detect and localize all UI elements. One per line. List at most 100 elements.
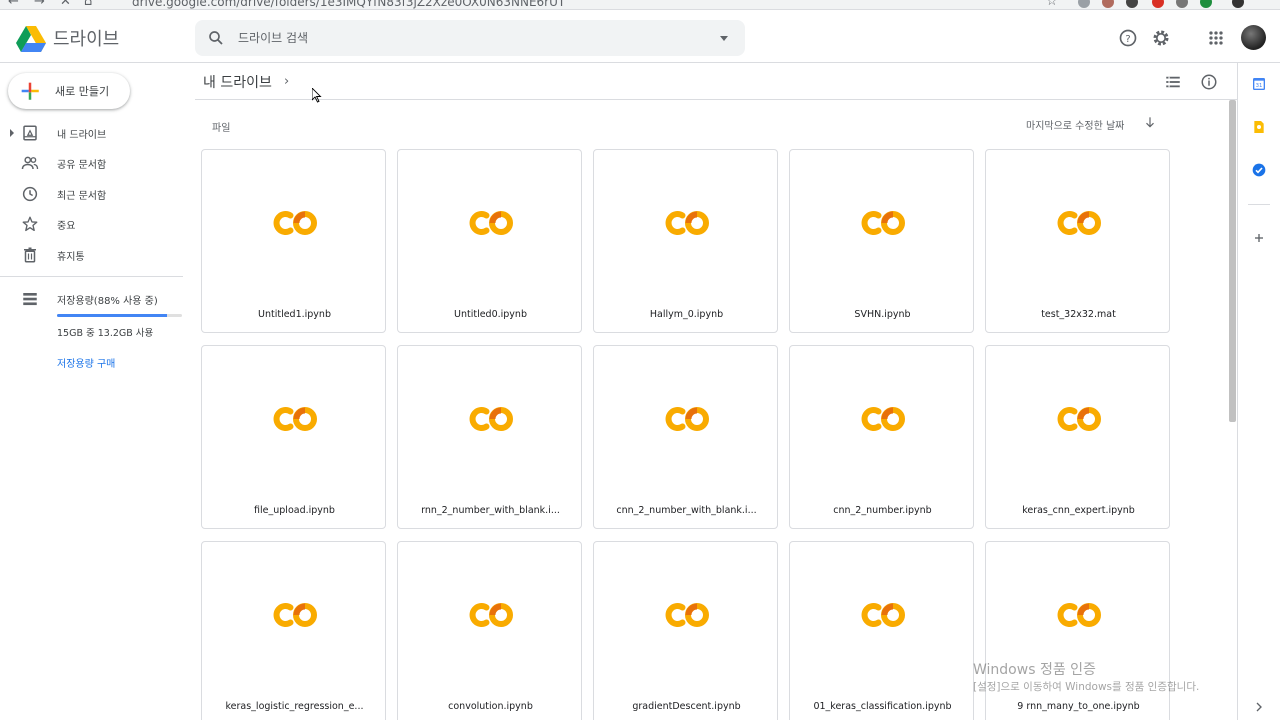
new-button[interactable]: 새로 만들기 [8,73,130,109]
calendar-icon[interactable]: 31 [1251,76,1267,92]
file-card[interactable]: Untitled0.ipynb [397,149,582,333]
app-name[interactable]: 드라이브 [53,25,119,51]
sidebar-item-trash[interactable]: 휴지통 [0,241,183,269]
file-card[interactable]: convolution.ipynb [397,541,582,720]
expand-arrow-icon[interactable] [10,129,14,137]
breadcrumb-divider [195,99,1237,100]
search-box[interactable] [195,20,745,56]
list-view-icon[interactable] [1164,73,1182,91]
colab-logo-icon [469,211,513,235]
back-icon[interactable]: ← [8,0,19,9]
extension-icon[interactable] [1102,0,1114,8]
profile-icon[interactable] [1232,0,1244,8]
file-card[interactable]: SVHN.ipynb [789,149,974,333]
buy-storage-link[interactable]: 저장용량 구매 [57,355,115,370]
file-card[interactable]: Untitled1.ipynb [201,149,386,333]
colab-logo-icon [665,211,709,235]
file-card[interactable]: Hallym_0.ipynb [593,149,778,333]
file-card[interactable]: keras_logistic_regression_e... [201,541,386,720]
colab-logo-icon [861,603,905,627]
browser-address-bar: ← → ✕ ⌂ drive.google.com/drive/folders/1… [0,0,1280,10]
file-name: gradientDescent.ipynb [632,701,741,712]
colab-logo-icon [273,211,317,235]
colab-logo-icon [469,603,513,627]
keep-icon[interactable] [1251,119,1267,135]
extension-icon[interactable] [1200,0,1212,8]
star-icon [22,216,38,232]
drive-logo-icon[interactable] [16,26,46,53]
home-icon[interactable]: ⌂ [84,0,92,9]
file-name: keras_logistic_regression_e... [225,701,364,712]
sidebar-item-label: 휴지통 [57,252,85,263]
reload-icon[interactable]: ✕ [60,0,71,9]
storage-quota-fill [57,314,167,317]
drive-header: 드라이브 ? [0,10,1280,63]
sidebar-item-shared[interactable]: 공유 문서함 [0,149,183,177]
sidebar-item-starred[interactable]: 중요 [0,210,183,238]
settings-icon[interactable] [1151,28,1171,48]
file-card[interactable]: keras_cnn_expert.ipynb [985,345,1170,529]
add-addon-icon[interactable] [1251,230,1267,246]
file-name: file_upload.ipynb [254,505,335,516]
file-name: 9 rnn_many_to_one.ipynb [1017,701,1140,712]
sidebar-item-storage[interactable]: 저장용량(88% 사용 중) [0,285,183,313]
file-name: cnn_2_number_with_blank.i... [616,505,757,516]
sidebar-divider [0,276,183,277]
colab-logo-icon [273,407,317,431]
file-name: convolution.ipynb [448,701,533,712]
search-input[interactable] [238,28,698,48]
file-card[interactable]: cnn_2_number.ipynb [789,345,974,529]
windows-activation-title: Windows 정품 인증 [973,662,1096,678]
forward-icon[interactable]: → [34,0,45,9]
extension-icon[interactable] [1176,0,1188,8]
expand-panel-chevron-icon[interactable] [1251,699,1267,715]
file-card[interactable]: cnn_2_number_with_blank.i... [593,345,778,529]
apps-grid-icon[interactable] [1206,28,1226,48]
help-icon[interactable]: ? [1118,28,1138,48]
sort-direction-arrow-icon[interactable] [1143,115,1157,129]
colab-logo-icon [469,407,513,431]
svg-text:31: 31 [1256,83,1263,89]
colab-logo-icon [1057,407,1101,431]
breadcrumb-chevron-icon[interactable]: › [284,74,289,89]
colab-logo-icon [273,603,317,627]
file-card[interactable]: file_upload.ipynb [201,345,386,529]
file-card[interactable]: test_32x32.mat [985,149,1170,333]
storage-usage-text: 15GB 중 13.2GB 사용 [57,328,154,339]
url-text[interactable]: drive.google.com/drive/folders/1e3IMQYfN… [132,0,565,9]
sidebar-item-my-drive[interactable]: 내 드라이브 [0,119,183,147]
side-panel: 31 [1237,63,1280,720]
colab-logo-icon [665,603,709,627]
file-card[interactable]: rnn_2_number_with_blank.i... [397,345,582,529]
colab-logo-icon [861,407,905,431]
bookmark-star-icon[interactable]: ☆ [1046,0,1058,9]
colab-logo-icon [665,407,709,431]
file-name: SVHN.ipynb [854,309,911,320]
file-name: keras_cnn_expert.ipynb [1022,505,1135,516]
search-options-caret-icon[interactable] [720,36,728,41]
breadcrumb-my-drive[interactable]: 내 드라이브 [203,72,272,92]
sidebar-item-label: 공유 문서함 [57,160,107,171]
scrollbar-thumb[interactable] [1229,100,1236,422]
account-avatar[interactable] [1241,25,1266,50]
file-name: cnn_2_number.ipynb [833,505,932,516]
extension-icon[interactable] [1078,0,1090,8]
file-name: Untitled0.ipynb [454,309,527,320]
search-icon[interactable] [207,29,225,47]
tasks-icon[interactable] [1251,162,1267,178]
extension-icon[interactable] [1152,0,1164,8]
info-icon[interactable] [1200,73,1218,91]
new-button-label: 새로 만들기 [55,85,110,98]
file-grid: Untitled1.ipynb Untitled0.ipynb Hallym_0… [201,149,1176,720]
extension-icon[interactable] [1126,0,1138,8]
windows-activation-text: [설정]으로 이동하여 Windows를 정품 인증합니다. [973,681,1200,693]
file-card[interactable]: gradientDescent.ipynb [593,541,778,720]
sort-by-label[interactable]: 마지막으로 수정한 날짜 [1026,117,1124,132]
file-card[interactable]: 01_keras_classification.ipynb [789,541,974,720]
sidebar-item-recent[interactable]: 최근 문서함 [0,180,183,208]
plus-icon [21,82,39,100]
recent-icon [22,186,38,202]
files-section-label: 파일 [212,123,231,134]
shared-icon [21,156,39,170]
storage-icon [23,293,37,306]
